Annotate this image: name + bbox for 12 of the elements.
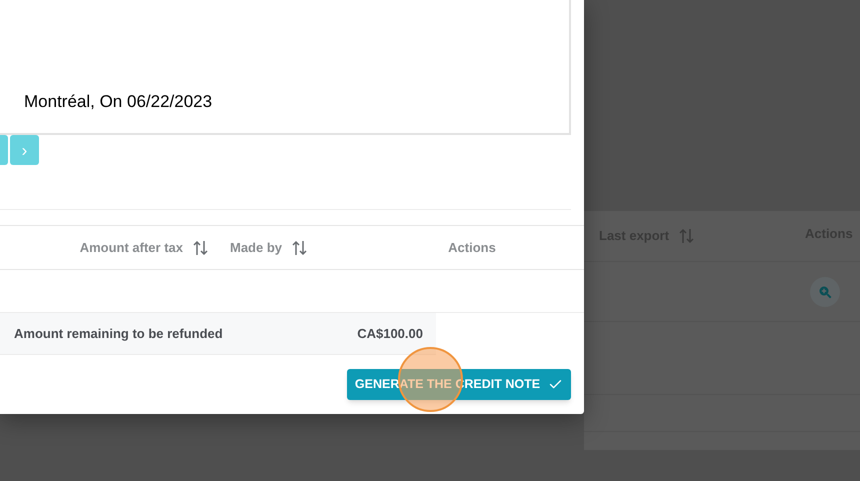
summary-label: Amount remaining to be refunded [14, 324, 223, 343]
next-page-button[interactable]: › [10, 135, 39, 165]
sort-icon[interactable] [292, 240, 308, 256]
page-button[interactable] [0, 135, 8, 165]
place-date-text: Montréal, On 06/22/2023 [24, 90, 212, 112]
sort-icon[interactable] [193, 240, 208, 256]
column-header: Actions [448, 238, 496, 257]
column-header: Amount after tax [80, 238, 183, 257]
column-header: Made by [230, 238, 282, 257]
zoom-in-icon [818, 284, 832, 298]
summary-amount: CA$100.00 [357, 324, 423, 343]
zoom-button[interactable] [810, 276, 840, 306]
